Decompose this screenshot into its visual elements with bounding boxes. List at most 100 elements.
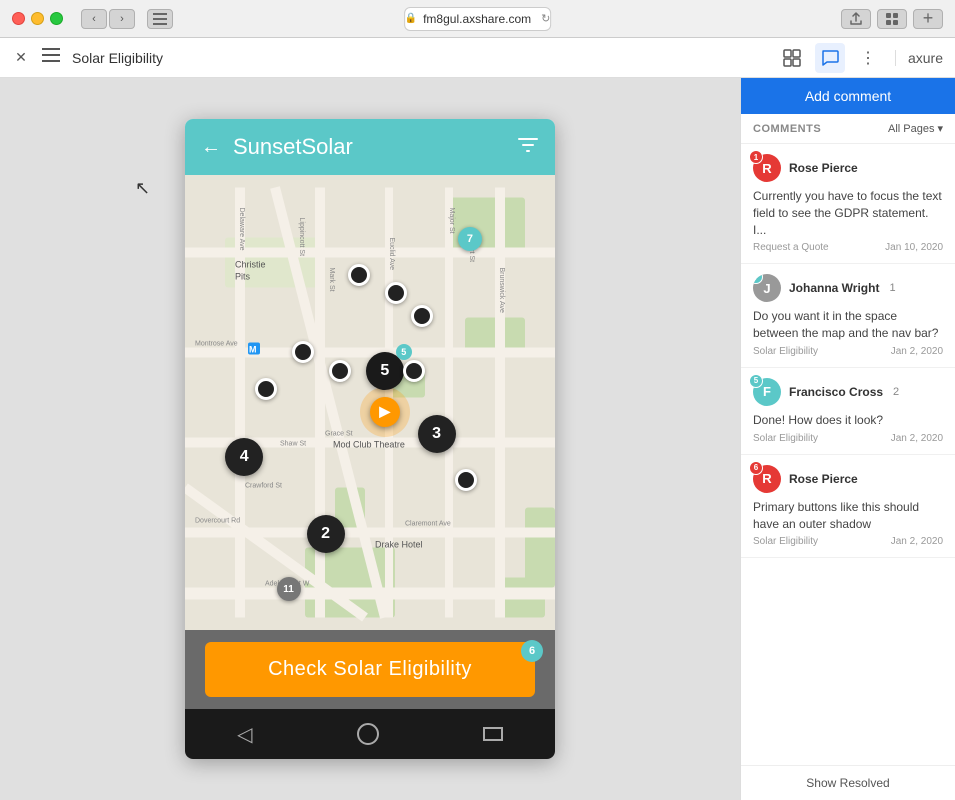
phone-mockup: ← SunsetSolar <box>185 119 555 759</box>
svg-text:Grace St: Grace St <box>325 431 353 438</box>
map-dot-5[interactable] <box>329 360 351 382</box>
comment-text: Currently you have to focus the text fie… <box>753 188 943 238</box>
map-dot-2[interactable] <box>385 282 407 304</box>
comment-item: 6 R Rose Pierce Primary buttons like thi… <box>741 455 955 559</box>
avatar: 6 R <box>753 465 781 493</box>
comment-user-row: 5 F Francisco Cross 2 <box>753 378 943 406</box>
phone-filter-icon[interactable] <box>517 136 539 159</box>
svg-text:Dovercourt Rd: Dovercourt Rd <box>195 518 240 525</box>
svg-text:M: M <box>249 345 257 355</box>
map-dot-1[interactable] <box>348 264 370 286</box>
recents-nav-icon[interactable] <box>483 727 503 741</box>
comment-badge-7[interactable]: 7 <box>458 227 482 251</box>
close-window-dot[interactable] <box>12 12 25 25</box>
svg-text:Brunswick Ave: Brunswick Ave <box>498 268 505 313</box>
map-marker-5-badge: 5 <box>396 344 412 360</box>
comment-number-badge: 1 <box>749 150 763 164</box>
grid-view-icon[interactable] <box>777 43 807 73</box>
sidebar-toggle-button[interactable] <box>147 9 173 29</box>
comment-item: 7 J Johanna Wright 1 Do you want it in t… <box>741 264 955 368</box>
svg-text:Delaware Ave: Delaware Ave <box>238 208 245 251</box>
comment-page: Request a Quote <box>753 242 829 253</box>
map-dot-3[interactable] <box>411 305 433 327</box>
comment-badge-11[interactable]: 11 <box>277 577 301 601</box>
page-title: Solar Eligibility <box>72 50 163 66</box>
back-nav-icon[interactable]: ◁ <box>237 722 252 747</box>
comment-date: Jan 2, 2020 <box>891 536 943 547</box>
back-button[interactable]: ‹ <box>81 9 107 29</box>
svg-text:Mod Club Theatre: Mod Club Theatre <box>333 440 405 450</box>
map-dot-8[interactable] <box>255 378 277 400</box>
comment-icon[interactable] <box>815 43 845 73</box>
comment-number-badge: 5 <box>749 374 763 388</box>
avatar: 1 R <box>753 154 781 182</box>
comment-number-badge: 7 <box>753 274 763 284</box>
comment-reply-count: 1 <box>889 282 895 294</box>
show-resolved-button[interactable]: Show Resolved <box>741 765 955 800</box>
check-solar-button[interactable]: Check Solar Eligibility <box>205 642 535 697</box>
comment-text: Primary buttons like this should have an… <box>753 499 943 533</box>
comment-username: Rose Pierce <box>789 161 858 175</box>
map-dot-4[interactable] <box>292 341 314 363</box>
map-dot-7[interactable] <box>455 469 477 491</box>
comment-meta: Solar Eligibility Jan 2, 2020 <box>753 536 943 547</box>
comment-date: Jan 10, 2020 <box>885 242 943 253</box>
comment-user-row: 6 R Rose Pierce <box>753 465 943 493</box>
lock-icon: 🔒 <box>405 13 417 24</box>
phone-area: ↖ ← SunsetSolar <box>0 78 740 800</box>
comments-header: COMMENTS All Pages ▾ <box>741 114 955 144</box>
svg-text:Crawford St: Crawford St <box>245 483 282 490</box>
comment-date: Jan 2, 2020 <box>891 433 943 444</box>
share-button[interactable] <box>841 9 871 29</box>
mac-right-buttons: + <box>841 9 943 29</box>
new-tab-button[interactable]: + <box>913 9 943 29</box>
panel-close-button[interactable]: ✕ <box>12 49 30 67</box>
comment-meta: Solar Eligibility Jan 2, 2020 <box>753 346 943 357</box>
minimize-window-dot[interactable] <box>31 12 44 25</box>
map-dot-6[interactable] <box>403 360 425 382</box>
reload-icon[interactable]: ↻ <box>541 12 550 25</box>
svg-text:Pits: Pits <box>235 272 251 282</box>
phone-app-header: ← SunsetSolar <box>185 119 555 175</box>
comment-username: Johanna Wright <box>789 281 879 295</box>
map-marker-5-container: 5 5 <box>366 352 404 390</box>
all-pages-dropdown[interactable]: All Pages ▾ <box>888 122 943 135</box>
svg-text:Montrose Ave: Montrose Ave <box>195 341 238 348</box>
comment-reply-count: 2 <box>893 386 899 398</box>
comment-user-row: 1 R Rose Pierce <box>753 154 943 182</box>
menu-icon[interactable] <box>42 48 60 67</box>
comment-item: 5 F Francisco Cross 2 Done! How does it … <box>741 368 955 455</box>
fullscreen-window-dot[interactable] <box>50 12 63 25</box>
svg-text:Christie: Christie <box>235 260 266 270</box>
comment-page: Solar Eligibility <box>753 346 818 357</box>
comment-date: Jan 2, 2020 <box>891 346 943 357</box>
comment-item: 1 R Rose Pierce Currently you have to fo… <box>741 144 955 264</box>
cta-comment-badge: 6 <box>521 640 543 662</box>
map-marker-4[interactable]: 4 <box>225 438 263 476</box>
map-marker-2[interactable]: 2 <box>307 515 345 553</box>
comments-list: 1 R Rose Pierce Currently you have to fo… <box>741 144 955 765</box>
comment-meta: Solar Eligibility Jan 2, 2020 <box>753 433 943 444</box>
mac-nav-buttons: ‹ › <box>81 9 135 29</box>
axure-logo: axure <box>895 50 943 66</box>
svg-text:Claremont Ave: Claremont Ave <box>405 521 451 528</box>
url-bar[interactable]: 🔒 fm8gul.axshare.com ↻ <box>404 7 552 31</box>
phone-back-button[interactable]: ← <box>201 136 221 159</box>
current-location-marker: ▶ <box>370 397 400 427</box>
svg-text:Euclid Ave: Euclid Ave <box>388 238 395 271</box>
forward-button[interactable]: › <box>109 9 135 29</box>
add-comment-button[interactable]: Add comment <box>741 78 955 114</box>
axure-right-tools: ⋮ axure <box>777 43 943 73</box>
arrange-button[interactable] <box>877 9 907 29</box>
avatar: 5 F <box>753 378 781 406</box>
url-text: fm8gul.axshare.com <box>423 12 531 26</box>
map-marker-3[interactable]: 3 <box>418 415 456 453</box>
more-options-icon[interactable]: ⋮ <box>853 43 883 73</box>
cursor: ↖ <box>135 178 150 199</box>
phone-map[interactable]: Robert St Major St Brunswick Ave Euclid … <box>185 175 555 630</box>
home-nav-icon[interactable] <box>357 723 379 745</box>
mac-titlebar: ‹ › 🔒 fm8gul.axshare.com ↻ + <box>0 0 955 38</box>
main-content: ↖ ← SunsetSolar <box>0 78 955 800</box>
comment-username: Rose Pierce <box>789 472 858 486</box>
comment-page: Solar Eligibility <box>753 536 818 547</box>
